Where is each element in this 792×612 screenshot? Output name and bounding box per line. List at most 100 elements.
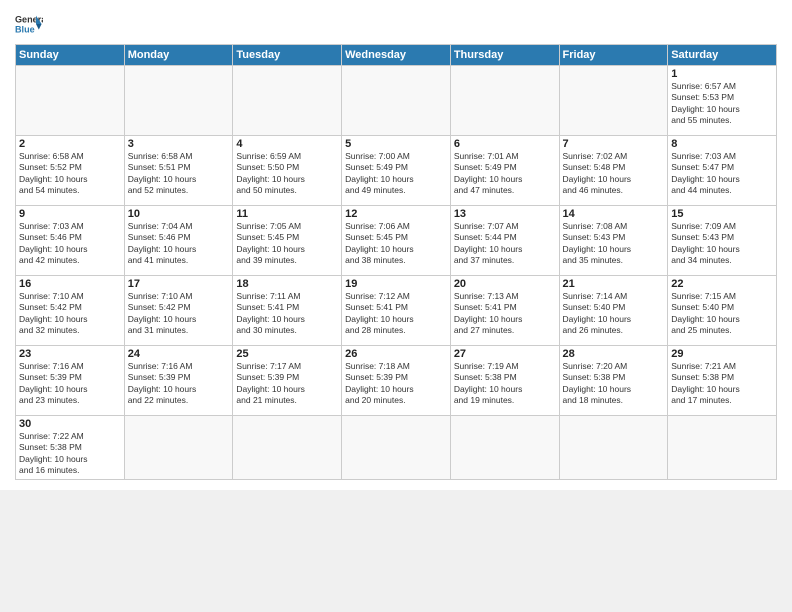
day-number: 28	[563, 348, 665, 360]
day-cell: 3Sunrise: 6:58 AM Sunset: 5:51 PM Daylig…	[124, 136, 233, 206]
day-info: Sunrise: 7:20 AM Sunset: 5:38 PM Dayligh…	[563, 361, 665, 407]
week-row-3: 9Sunrise: 7:03 AM Sunset: 5:46 PM Daylig…	[16, 206, 777, 276]
day-info: Sunrise: 6:59 AM Sunset: 5:50 PM Dayligh…	[236, 151, 338, 197]
week-row-5: 23Sunrise: 7:16 AM Sunset: 5:39 PM Dayli…	[16, 346, 777, 416]
day-cell: 18Sunrise: 7:11 AM Sunset: 5:41 PM Dayli…	[233, 276, 342, 346]
day-number: 15	[671, 208, 773, 220]
calendar-table: SundayMondayTuesdayWednesdayThursdayFrid…	[15, 44, 777, 480]
day-number: 14	[563, 208, 665, 220]
day-cell	[450, 66, 559, 136]
day-info: Sunrise: 7:15 AM Sunset: 5:40 PM Dayligh…	[671, 291, 773, 337]
day-info: Sunrise: 7:07 AM Sunset: 5:44 PM Dayligh…	[454, 221, 556, 267]
week-row-1: 1Sunrise: 6:57 AM Sunset: 5:53 PM Daylig…	[16, 66, 777, 136]
week-row-6: 30Sunrise: 7:22 AM Sunset: 5:38 PM Dayli…	[16, 416, 777, 480]
week-row-2: 2Sunrise: 6:58 AM Sunset: 5:52 PM Daylig…	[16, 136, 777, 206]
weekday-sunday: Sunday	[16, 45, 125, 66]
weekday-thursday: Thursday	[450, 45, 559, 66]
day-number: 5	[345, 138, 447, 150]
day-number: 13	[454, 208, 556, 220]
day-cell: 4Sunrise: 6:59 AM Sunset: 5:50 PM Daylig…	[233, 136, 342, 206]
day-info: Sunrise: 7:11 AM Sunset: 5:41 PM Dayligh…	[236, 291, 338, 337]
day-info: Sunrise: 7:10 AM Sunset: 5:42 PM Dayligh…	[128, 291, 230, 337]
weekday-wednesday: Wednesday	[342, 45, 451, 66]
day-number: 6	[454, 138, 556, 150]
day-cell: 29Sunrise: 7:21 AM Sunset: 5:38 PM Dayli…	[668, 346, 777, 416]
day-cell: 16Sunrise: 7:10 AM Sunset: 5:42 PM Dayli…	[16, 276, 125, 346]
day-cell: 27Sunrise: 7:19 AM Sunset: 5:38 PM Dayli…	[450, 346, 559, 416]
day-cell: 5Sunrise: 7:00 AM Sunset: 5:49 PM Daylig…	[342, 136, 451, 206]
day-cell: 2Sunrise: 6:58 AM Sunset: 5:52 PM Daylig…	[16, 136, 125, 206]
day-number: 3	[128, 138, 230, 150]
day-info: Sunrise: 7:03 AM Sunset: 5:46 PM Dayligh…	[19, 221, 121, 267]
day-cell: 28Sunrise: 7:20 AM Sunset: 5:38 PM Dayli…	[559, 346, 668, 416]
day-info: Sunrise: 7:06 AM Sunset: 5:45 PM Dayligh…	[345, 221, 447, 267]
day-number: 20	[454, 278, 556, 290]
day-cell: 6Sunrise: 7:01 AM Sunset: 5:49 PM Daylig…	[450, 136, 559, 206]
day-info: Sunrise: 7:04 AM Sunset: 5:46 PM Dayligh…	[128, 221, 230, 267]
day-cell	[16, 66, 125, 136]
day-cell: 13Sunrise: 7:07 AM Sunset: 5:44 PM Dayli…	[450, 206, 559, 276]
day-info: Sunrise: 7:02 AM Sunset: 5:48 PM Dayligh…	[563, 151, 665, 197]
day-cell: 19Sunrise: 7:12 AM Sunset: 5:41 PM Dayli…	[342, 276, 451, 346]
week-row-4: 16Sunrise: 7:10 AM Sunset: 5:42 PM Dayli…	[16, 276, 777, 346]
day-cell: 26Sunrise: 7:18 AM Sunset: 5:39 PM Dayli…	[342, 346, 451, 416]
day-number: 2	[19, 138, 121, 150]
day-cell	[342, 66, 451, 136]
day-info: Sunrise: 7:09 AM Sunset: 5:43 PM Dayligh…	[671, 221, 773, 267]
day-info: Sunrise: 7:12 AM Sunset: 5:41 PM Dayligh…	[345, 291, 447, 337]
day-cell: 8Sunrise: 7:03 AM Sunset: 5:47 PM Daylig…	[668, 136, 777, 206]
logo-icon: General Blue	[15, 10, 43, 38]
day-cell: 30Sunrise: 7:22 AM Sunset: 5:38 PM Dayli…	[16, 416, 125, 480]
day-info: Sunrise: 7:19 AM Sunset: 5:38 PM Dayligh…	[454, 361, 556, 407]
day-cell	[233, 66, 342, 136]
weekday-monday: Monday	[124, 45, 233, 66]
weekday-header-row: SundayMondayTuesdayWednesdayThursdayFrid…	[16, 45, 777, 66]
day-cell: 15Sunrise: 7:09 AM Sunset: 5:43 PM Dayli…	[668, 206, 777, 276]
day-number: 27	[454, 348, 556, 360]
day-cell: 1Sunrise: 6:57 AM Sunset: 5:53 PM Daylig…	[668, 66, 777, 136]
day-cell	[342, 416, 451, 480]
day-number: 12	[345, 208, 447, 220]
day-cell: 21Sunrise: 7:14 AM Sunset: 5:40 PM Dayli…	[559, 276, 668, 346]
weekday-friday: Friday	[559, 45, 668, 66]
day-info: Sunrise: 7:14 AM Sunset: 5:40 PM Dayligh…	[563, 291, 665, 337]
day-number: 18	[236, 278, 338, 290]
day-cell: 24Sunrise: 7:16 AM Sunset: 5:39 PM Dayli…	[124, 346, 233, 416]
day-cell: 7Sunrise: 7:02 AM Sunset: 5:48 PM Daylig…	[559, 136, 668, 206]
day-cell	[559, 416, 668, 480]
svg-text:Blue: Blue	[15, 24, 35, 34]
day-number: 11	[236, 208, 338, 220]
day-info: Sunrise: 7:18 AM Sunset: 5:39 PM Dayligh…	[345, 361, 447, 407]
day-cell	[124, 66, 233, 136]
day-cell: 20Sunrise: 7:13 AM Sunset: 5:41 PM Dayli…	[450, 276, 559, 346]
day-cell: 25Sunrise: 7:17 AM Sunset: 5:39 PM Dayli…	[233, 346, 342, 416]
day-info: Sunrise: 7:16 AM Sunset: 5:39 PM Dayligh…	[128, 361, 230, 407]
day-cell: 10Sunrise: 7:04 AM Sunset: 5:46 PM Dayli…	[124, 206, 233, 276]
day-info: Sunrise: 7:13 AM Sunset: 5:41 PM Dayligh…	[454, 291, 556, 337]
day-number: 1	[671, 68, 773, 80]
day-info: Sunrise: 7:05 AM Sunset: 5:45 PM Dayligh…	[236, 221, 338, 267]
day-cell: 12Sunrise: 7:06 AM Sunset: 5:45 PM Dayli…	[342, 206, 451, 276]
day-number: 23	[19, 348, 121, 360]
day-info: Sunrise: 7:16 AM Sunset: 5:39 PM Dayligh…	[19, 361, 121, 407]
day-cell: 23Sunrise: 7:16 AM Sunset: 5:39 PM Dayli…	[16, 346, 125, 416]
day-info: Sunrise: 7:22 AM Sunset: 5:38 PM Dayligh…	[19, 431, 121, 477]
day-cell: 9Sunrise: 7:03 AM Sunset: 5:46 PM Daylig…	[16, 206, 125, 276]
day-number: 21	[563, 278, 665, 290]
day-number: 4	[236, 138, 338, 150]
day-number: 22	[671, 278, 773, 290]
weekday-tuesday: Tuesday	[233, 45, 342, 66]
day-number: 24	[128, 348, 230, 360]
day-info: Sunrise: 7:03 AM Sunset: 5:47 PM Dayligh…	[671, 151, 773, 197]
day-info: Sunrise: 6:57 AM Sunset: 5:53 PM Dayligh…	[671, 81, 773, 127]
day-number: 26	[345, 348, 447, 360]
day-number: 29	[671, 348, 773, 360]
day-cell	[233, 416, 342, 480]
weekday-saturday: Saturday	[668, 45, 777, 66]
logo: General Blue	[15, 10, 43, 38]
day-cell: 22Sunrise: 7:15 AM Sunset: 5:40 PM Dayli…	[668, 276, 777, 346]
day-number: 17	[128, 278, 230, 290]
day-info: Sunrise: 6:58 AM Sunset: 5:52 PM Dayligh…	[19, 151, 121, 197]
day-info: Sunrise: 7:10 AM Sunset: 5:42 PM Dayligh…	[19, 291, 121, 337]
day-number: 8	[671, 138, 773, 150]
